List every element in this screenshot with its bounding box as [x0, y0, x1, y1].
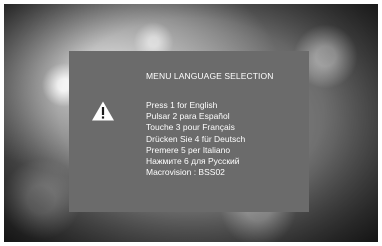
- menu-language-dialog: MENU LANGUAGE SELECTION Press 1 for Engl…: [69, 51, 309, 212]
- option-english[interactable]: Press 1 for English: [146, 100, 245, 111]
- option-french[interactable]: Touche 3 pour Français: [146, 122, 245, 133]
- option-italian[interactable]: Premere 5 per Italiano: [146, 145, 245, 156]
- macrovision-info: Macrovision : BSS02: [146, 167, 225, 178]
- option-spanish[interactable]: Pulsar 2 para Español: [146, 111, 245, 122]
- option-german[interactable]: Drücken Sie 4 für Deutsch: [146, 134, 245, 145]
- language-options-list: Press 1 for English Pulsar 2 para Españo…: [146, 100, 245, 178]
- warning-icon: [92, 101, 114, 121]
- tv-screen-background: MENU LANGUAGE SELECTION Press 1 for Engl…: [4, 4, 378, 242]
- dialog-title: MENU LANGUAGE SELECTION: [146, 71, 274, 81]
- option-russian[interactable]: Нажмите 6 для Русский: [146, 156, 245, 167]
